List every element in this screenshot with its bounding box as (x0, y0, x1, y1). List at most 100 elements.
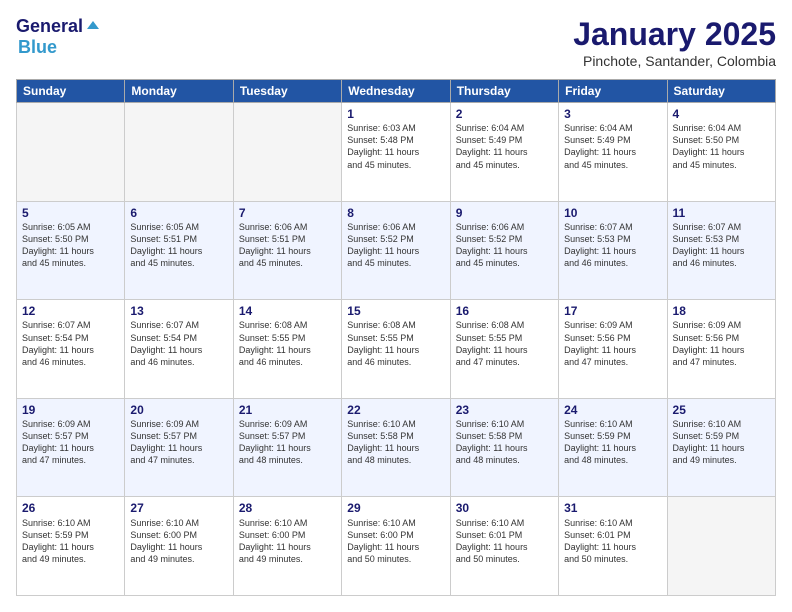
day-info: Sunrise: 6:10 AMSunset: 6:00 PMDaylight:… (347, 517, 444, 566)
day-cell: 26Sunrise: 6:10 AMSunset: 5:59 PMDayligh… (17, 497, 125, 596)
day-cell: 7Sunrise: 6:06 AMSunset: 5:51 PMDaylight… (233, 201, 341, 300)
header: General Blue January 2025 Pinchote, Sant… (16, 16, 776, 69)
day-info: Sunrise: 6:06 AMSunset: 5:52 PMDaylight:… (347, 221, 444, 270)
day-cell: 1Sunrise: 6:03 AMSunset: 5:48 PMDaylight… (342, 103, 450, 202)
day-info: Sunrise: 6:04 AMSunset: 5:49 PMDaylight:… (564, 122, 661, 171)
logo-general: General (16, 16, 83, 37)
day-number: 29 (347, 500, 444, 516)
day-number: 8 (347, 205, 444, 221)
day-cell: 19Sunrise: 6:09 AMSunset: 5:57 PMDayligh… (17, 398, 125, 497)
day-info: Sunrise: 6:09 AMSunset: 5:56 PMDaylight:… (673, 319, 770, 368)
header-friday: Friday (559, 80, 667, 103)
day-cell: 25Sunrise: 6:10 AMSunset: 5:59 PMDayligh… (667, 398, 775, 497)
day-number: 18 (673, 303, 770, 319)
day-number: 4 (673, 106, 770, 122)
day-number: 23 (456, 402, 553, 418)
day-info: Sunrise: 6:04 AMSunset: 5:49 PMDaylight:… (456, 122, 553, 171)
day-cell: 18Sunrise: 6:09 AMSunset: 5:56 PMDayligh… (667, 300, 775, 399)
day-number: 11 (673, 205, 770, 221)
day-cell: 10Sunrise: 6:07 AMSunset: 5:53 PMDayligh… (559, 201, 667, 300)
day-cell: 30Sunrise: 6:10 AMSunset: 6:01 PMDayligh… (450, 497, 558, 596)
day-info: Sunrise: 6:09 AMSunset: 5:57 PMDaylight:… (130, 418, 227, 467)
day-number: 6 (130, 205, 227, 221)
day-number: 16 (456, 303, 553, 319)
week-row-1: 1Sunrise: 6:03 AMSunset: 5:48 PMDaylight… (17, 103, 776, 202)
header-saturday: Saturday (667, 80, 775, 103)
day-cell: 5Sunrise: 6:05 AMSunset: 5:50 PMDaylight… (17, 201, 125, 300)
day-cell: 22Sunrise: 6:10 AMSunset: 5:58 PMDayligh… (342, 398, 450, 497)
days-header-row: Sunday Monday Tuesday Wednesday Thursday… (17, 80, 776, 103)
day-info: Sunrise: 6:10 AMSunset: 5:58 PMDaylight:… (456, 418, 553, 467)
day-cell: 20Sunrise: 6:09 AMSunset: 5:57 PMDayligh… (125, 398, 233, 497)
day-info: Sunrise: 6:07 AMSunset: 5:53 PMDaylight:… (673, 221, 770, 270)
day-cell: 6Sunrise: 6:05 AMSunset: 5:51 PMDaylight… (125, 201, 233, 300)
day-number: 9 (456, 205, 553, 221)
header-monday: Monday (125, 80, 233, 103)
day-info: Sunrise: 6:09 AMSunset: 5:56 PMDaylight:… (564, 319, 661, 368)
day-info: Sunrise: 6:08 AMSunset: 5:55 PMDaylight:… (347, 319, 444, 368)
day-cell: 12Sunrise: 6:07 AMSunset: 5:54 PMDayligh… (17, 300, 125, 399)
day-info: Sunrise: 6:09 AMSunset: 5:57 PMDaylight:… (239, 418, 336, 467)
day-cell: 23Sunrise: 6:10 AMSunset: 5:58 PMDayligh… (450, 398, 558, 497)
day-number: 2 (456, 106, 553, 122)
day-cell: 31Sunrise: 6:10 AMSunset: 6:01 PMDayligh… (559, 497, 667, 596)
logo-blue: Blue (18, 37, 57, 58)
day-number: 27 (130, 500, 227, 516)
day-info: Sunrise: 6:10 AMSunset: 5:59 PMDaylight:… (673, 418, 770, 467)
day-info: Sunrise: 6:07 AMSunset: 5:54 PMDaylight:… (22, 319, 119, 368)
header-wednesday: Wednesday (342, 80, 450, 103)
day-cell: 21Sunrise: 6:09 AMSunset: 5:57 PMDayligh… (233, 398, 341, 497)
day-number: 21 (239, 402, 336, 418)
day-number: 22 (347, 402, 444, 418)
week-row-2: 5Sunrise: 6:05 AMSunset: 5:50 PMDaylight… (17, 201, 776, 300)
header-sunday: Sunday (17, 80, 125, 103)
day-info: Sunrise: 6:08 AMSunset: 5:55 PMDaylight:… (456, 319, 553, 368)
day-cell: 3Sunrise: 6:04 AMSunset: 5:49 PMDaylight… (559, 103, 667, 202)
day-info: Sunrise: 6:09 AMSunset: 5:57 PMDaylight:… (22, 418, 119, 467)
day-cell (125, 103, 233, 202)
logo: General Blue (16, 16, 101, 58)
day-cell: 13Sunrise: 6:07 AMSunset: 5:54 PMDayligh… (125, 300, 233, 399)
day-info: Sunrise: 6:07 AMSunset: 5:53 PMDaylight:… (564, 221, 661, 270)
day-cell: 9Sunrise: 6:06 AMSunset: 5:52 PMDaylight… (450, 201, 558, 300)
calendar: Sunday Monday Tuesday Wednesday Thursday… (16, 79, 776, 596)
day-info: Sunrise: 6:10 AMSunset: 6:00 PMDaylight:… (130, 517, 227, 566)
day-cell: 4Sunrise: 6:04 AMSunset: 5:50 PMDaylight… (667, 103, 775, 202)
day-number: 20 (130, 402, 227, 418)
day-cell: 28Sunrise: 6:10 AMSunset: 6:00 PMDayligh… (233, 497, 341, 596)
day-info: Sunrise: 6:04 AMSunset: 5:50 PMDaylight:… (673, 122, 770, 171)
logo-icon (85, 19, 101, 35)
day-info: Sunrise: 6:10 AMSunset: 6:01 PMDaylight:… (564, 517, 661, 566)
day-number: 24 (564, 402, 661, 418)
day-number: 13 (130, 303, 227, 319)
day-info: Sunrise: 6:06 AMSunset: 5:52 PMDaylight:… (456, 221, 553, 270)
day-cell (667, 497, 775, 596)
day-cell: 24Sunrise: 6:10 AMSunset: 5:59 PMDayligh… (559, 398, 667, 497)
day-cell: 11Sunrise: 6:07 AMSunset: 5:53 PMDayligh… (667, 201, 775, 300)
day-cell: 17Sunrise: 6:09 AMSunset: 5:56 PMDayligh… (559, 300, 667, 399)
day-cell (233, 103, 341, 202)
day-info: Sunrise: 6:05 AMSunset: 5:51 PMDaylight:… (130, 221, 227, 270)
header-tuesday: Tuesday (233, 80, 341, 103)
day-number: 14 (239, 303, 336, 319)
week-row-3: 12Sunrise: 6:07 AMSunset: 5:54 PMDayligh… (17, 300, 776, 399)
day-info: Sunrise: 6:10 AMSunset: 5:58 PMDaylight:… (347, 418, 444, 467)
day-cell: 15Sunrise: 6:08 AMSunset: 5:55 PMDayligh… (342, 300, 450, 399)
day-number: 31 (564, 500, 661, 516)
day-cell: 2Sunrise: 6:04 AMSunset: 5:49 PMDaylight… (450, 103, 558, 202)
day-number: 25 (673, 402, 770, 418)
day-cell: 8Sunrise: 6:06 AMSunset: 5:52 PMDaylight… (342, 201, 450, 300)
title-section: January 2025 Pinchote, Santander, Colomb… (573, 16, 776, 69)
day-number: 1 (347, 106, 444, 122)
header-thursday: Thursday (450, 80, 558, 103)
day-number: 19 (22, 402, 119, 418)
day-info: Sunrise: 6:03 AMSunset: 5:48 PMDaylight:… (347, 122, 444, 171)
day-info: Sunrise: 6:10 AMSunset: 5:59 PMDaylight:… (564, 418, 661, 467)
day-number: 17 (564, 303, 661, 319)
day-number: 10 (564, 205, 661, 221)
page: General Blue January 2025 Pinchote, Sant… (0, 0, 792, 612)
day-info: Sunrise: 6:07 AMSunset: 5:54 PMDaylight:… (130, 319, 227, 368)
day-cell: 29Sunrise: 6:10 AMSunset: 6:00 PMDayligh… (342, 497, 450, 596)
day-cell: 14Sunrise: 6:08 AMSunset: 5:55 PMDayligh… (233, 300, 341, 399)
month-title: January 2025 (573, 16, 776, 53)
